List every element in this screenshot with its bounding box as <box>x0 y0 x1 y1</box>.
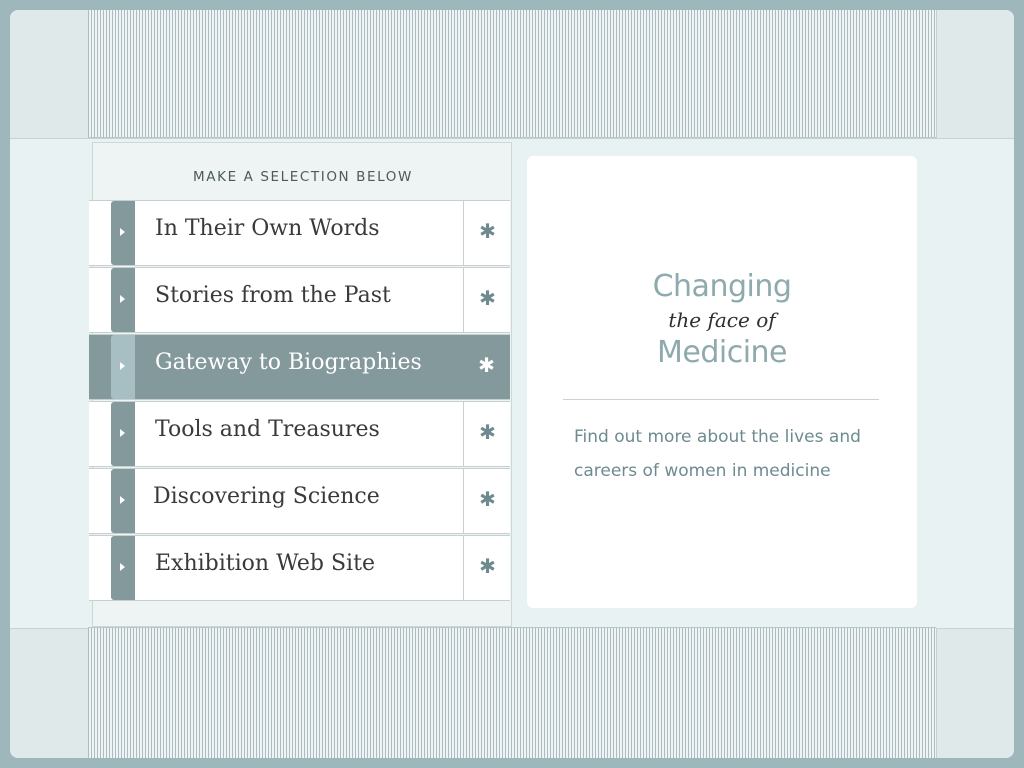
menu-item-star-box: ✱ <box>463 402 511 466</box>
menu-item-tab <box>111 335 135 399</box>
menu-item-tab <box>111 402 135 466</box>
menu-item-tab <box>111 469 135 533</box>
menu-item-label: In Their Own Words <box>155 216 380 241</box>
menu-item-in-their-own-words[interactable]: In Their Own Words ✱ <box>89 200 510 266</box>
arrow-right-icon <box>120 228 125 236</box>
bottom-stripe-band <box>88 627 936 758</box>
menu-item-star-box: ✱ <box>463 335 510 399</box>
menu-item-label: Discovering Science <box>153 484 380 509</box>
logo-line-medicine: Medicine <box>656 335 788 370</box>
menu-item-tab <box>111 201 135 265</box>
asterisk-icon: ✱ <box>479 420 496 444</box>
asterisk-icon: ✱ <box>479 286 496 310</box>
menu-item-tools-and-treasures[interactable]: Tools and Treasures ✱ <box>89 401 510 467</box>
menu-item-label: Gateway to Biographies <box>155 350 422 375</box>
logo-line-the-face-of: the face of <box>668 308 776 332</box>
arrow-right-icon <box>120 362 125 370</box>
top-stripe-band <box>88 10 936 138</box>
menu-item-exhibition-web-site[interactable]: Exhibition Web Site ✱ <box>89 535 510 601</box>
divider <box>563 399 879 400</box>
logo-line-changing: Changing <box>652 269 792 304</box>
menu-heading: MAKE A SELECTION BELOW <box>193 169 413 185</box>
menu-item-label: Exhibition Web Site <box>155 551 375 576</box>
menu-item-star-box: ✱ <box>463 469 511 533</box>
menu-item-gateway-to-biographies[interactable]: Gateway to Biographies ✱ <box>89 334 510 400</box>
menu-item-stories-from-the-past[interactable]: Stories from the Past ✱ <box>89 267 510 333</box>
arrow-right-icon <box>120 295 125 303</box>
menu-item-label: Stories from the Past <box>155 283 391 308</box>
menu-item-tab <box>111 536 135 600</box>
kiosk-frame: MAKE A SELECTION BELOW In Their Own Word… <box>10 10 1014 758</box>
arrow-right-icon <box>120 563 125 571</box>
menu-item-tab <box>111 268 135 332</box>
exhibition-logo: Changing the face of Medicine <box>527 270 917 370</box>
menu-item-star-box: ✱ <box>463 536 511 600</box>
asterisk-icon: ✱ <box>479 219 496 243</box>
asterisk-icon: ✱ <box>479 487 496 511</box>
menu-item-label: Tools and Treasures <box>155 417 380 442</box>
menu-item-discovering-science[interactable]: Discovering Science ✱ <box>89 468 510 534</box>
menu-item-star-box: ✱ <box>463 201 511 265</box>
info-description: Find out more about the lives and career… <box>574 427 861 481</box>
menu-item-star-box: ✱ <box>463 268 511 332</box>
asterisk-icon: ✱ <box>478 353 495 377</box>
arrow-right-icon <box>120 429 125 437</box>
info-card: Changing the face of Medicine Find out m… <box>527 156 917 608</box>
arrow-right-icon <box>120 496 125 504</box>
asterisk-icon: ✱ <box>479 554 496 578</box>
